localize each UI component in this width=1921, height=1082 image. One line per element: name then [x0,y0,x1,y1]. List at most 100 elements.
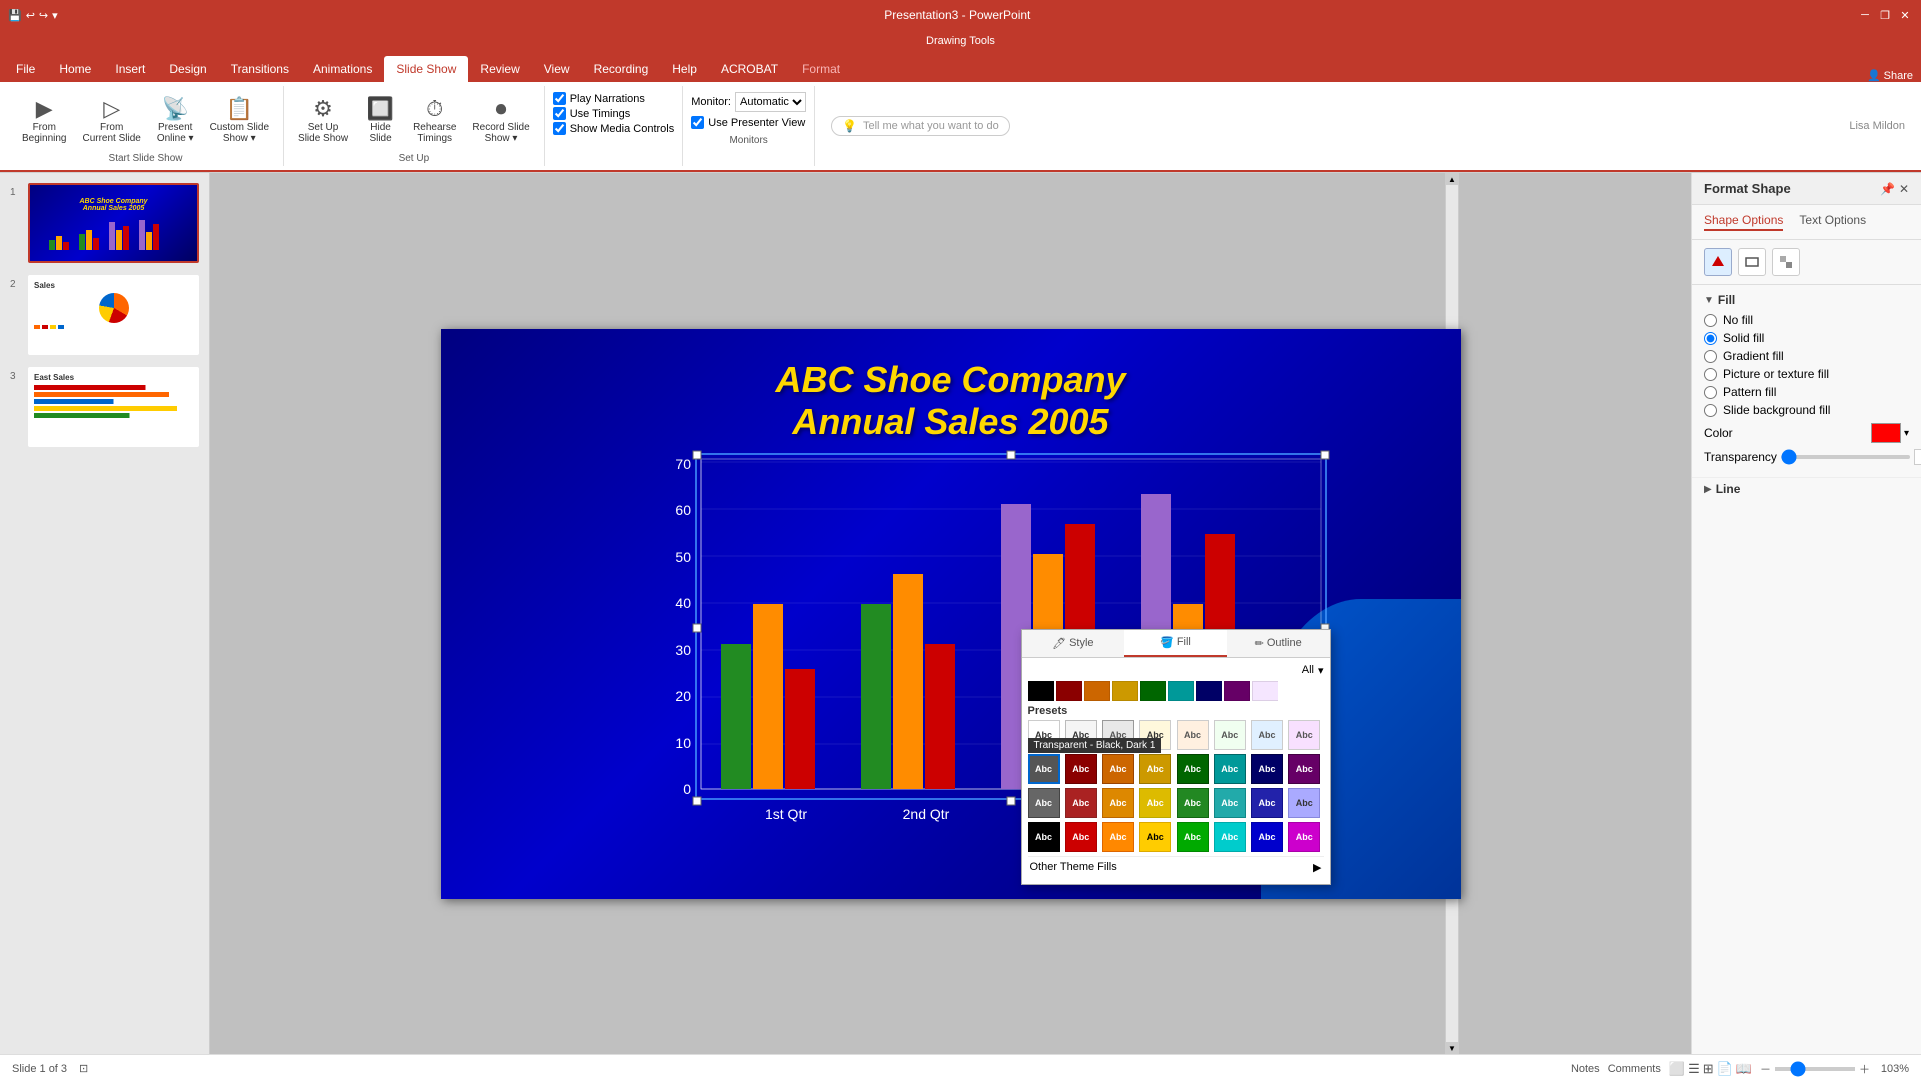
tab-design[interactable]: Design [157,56,218,82]
notes-page-icon[interactable]: 📄 [1717,1061,1733,1077]
slide-sorter-icon[interactable]: ⊞ [1703,1061,1714,1077]
preset-2-8[interactable]: Abc [1288,754,1320,784]
preset-4-7[interactable]: Abc [1251,822,1283,852]
slide-thumb-3[interactable]: 3 East Sales [8,365,201,449]
color-swatch[interactable] [1871,423,1901,443]
close-panel-icon[interactable]: ✕ [1899,182,1909,196]
tab-shape-options[interactable]: Shape Options [1704,213,1783,231]
preset-3-6[interactable]: Abc [1214,788,1246,818]
gradient-fill-radio[interactable] [1704,350,1717,363]
share-button[interactable]: 👤 Share [1867,69,1913,82]
monitor-select[interactable]: Automatic [735,92,806,112]
no-fill-option[interactable]: No fill [1704,313,1909,327]
scroll-down-button[interactable]: ▼ [1446,1042,1458,1054]
bar-2-3[interactable] [925,644,955,789]
bar-1-1[interactable] [721,644,751,789]
presenter-view-checkbox[interactable]: Use Presenter View [691,116,806,129]
notes-button[interactable]: Notes [1571,1063,1600,1075]
zoom-slider[interactable] [1775,1067,1855,1071]
color-black[interactable] [1028,681,1054,701]
preset-4-4[interactable]: Abc [1139,822,1171,852]
slide-bg-fill-option[interactable]: Slide background fill [1704,403,1909,417]
preset-4-3[interactable]: Abc [1102,822,1134,852]
color-darkred[interactable] [1056,681,1082,701]
solid-fill-radio[interactable] [1704,332,1717,345]
picture-fill-option[interactable]: Picture or texture fill [1704,367,1909,381]
record-slideshow-button[interactable]: ⏺ Record SlideShow ▾ [466,94,535,146]
rehearse-timings-button[interactable]: ⏱ RehearseTimings [407,94,462,146]
play-narrations-input[interactable] [553,92,566,105]
show-media-input[interactable] [553,122,566,135]
color-picker-control[interactable]: ▾ [1871,423,1909,443]
preset-2-3[interactable]: Abc [1102,754,1134,784]
solid-fill-option[interactable]: Solid fill [1704,331,1909,345]
fit-slide-icon[interactable]: ⊡ [79,1062,88,1075]
from-current-slide-button[interactable]: ▷ FromCurrent Slide [76,94,146,146]
preset-3-5[interactable]: Abc [1177,788,1209,818]
color-darkorange[interactable] [1084,681,1110,701]
undo-icon[interactable]: ↩ [26,9,35,22]
tab-insert[interactable]: Insert [103,56,157,82]
other-theme-fills-button[interactable]: Other Theme Fills ▶ [1028,856,1324,878]
popup-tab-fill[interactable]: 🪣 Fill [1124,630,1227,657]
tab-format[interactable]: Format [790,56,852,82]
save-icon[interactable]: 💾 [8,9,22,22]
bar-2-1[interactable] [861,604,891,789]
reading-view-icon[interactable]: 📖 [1736,1061,1752,1077]
play-narrations-checkbox[interactable]: Play Narrations [553,92,675,105]
preset-2-5[interactable]: Abc [1177,754,1209,784]
window-controls[interactable]: ─ ❐ ✕ [1857,7,1913,23]
preset-4-1[interactable]: Abc [1028,822,1060,852]
pin-icon[interactable]: 📌 [1880,182,1895,196]
tab-view[interactable]: View [532,56,582,82]
preset-3-1[interactable]: Abc [1028,788,1060,818]
preset-3-4[interactable]: Abc [1139,788,1171,818]
color-gold[interactable] [1112,681,1138,701]
popup-tab-outline[interactable]: ✏ Outline [1227,630,1330,657]
tab-home[interactable]: Home [47,56,103,82]
no-fill-radio[interactable] [1704,314,1717,327]
preset-4-2[interactable]: Abc [1065,822,1097,852]
pattern-fill-radio[interactable] [1704,386,1717,399]
show-media-checkbox[interactable]: Show Media Controls [553,122,675,135]
presenter-view-input[interactable] [691,116,704,129]
zoom-in-button[interactable]: ＋ [1859,1061,1870,1077]
color-teal[interactable] [1168,681,1194,701]
tab-slideshow[interactable]: Slide Show [384,56,468,82]
popup-tab-style[interactable]: 🖊 Style [1022,630,1125,657]
from-beginning-button[interactable]: ▶ FromBeginning [16,94,72,146]
present-online-button[interactable]: 📡 PresentOnline ▾ [151,94,200,146]
use-timings-input[interactable] [553,107,566,120]
comments-button[interactable]: Comments [1608,1063,1661,1075]
minimize-button[interactable]: ─ [1857,7,1873,23]
scroll-up-button[interactable]: ▲ [1446,173,1458,185]
slide-bg-fill-radio[interactable] [1704,404,1717,417]
preset-3-2[interactable]: Abc [1065,788,1097,818]
restore-button[interactable]: ❐ [1877,7,1893,23]
close-button[interactable]: ✕ [1897,7,1913,23]
pattern-fill-option[interactable]: Pattern fill [1704,385,1909,399]
preset-4-6[interactable]: Abc [1214,822,1246,852]
redo-icon[interactable]: ↪ [39,9,48,22]
color-dropdown-arrow[interactable]: ▾ [1904,428,1909,439]
outline-view-icon[interactable]: ☰ [1688,1061,1700,1077]
color-darkgreen[interactable] [1140,681,1166,701]
tab-text-options[interactable]: Text Options [1799,213,1866,231]
tab-review[interactable]: Review [468,56,531,82]
slide-thumb-1[interactable]: 1 ABC Shoe CompanyAnnual Sales 2005 [8,181,201,265]
picture-fill-radio[interactable] [1704,368,1717,381]
color-darkblue[interactable] [1196,681,1222,701]
fill-section-header[interactable]: ▼ Fill [1704,293,1909,307]
line-section-header[interactable]: ▶ Line [1704,482,1909,496]
preset-3-7[interactable]: Abc [1251,788,1283,818]
color-purple[interactable] [1224,681,1250,701]
slide-thumb-2[interactable]: 2 Sales [8,273,201,357]
gradient-fill-option[interactable]: Gradient fill [1704,349,1909,363]
normal-view-icon[interactable]: ⬜ [1669,1061,1685,1077]
tab-file[interactable]: File [4,56,47,82]
tab-acrobat[interactable]: ACROBAT [709,56,790,82]
preset-1-8[interactable]: Abc [1288,720,1320,750]
preset-1-7[interactable]: Abc [1251,720,1283,750]
tab-recording[interactable]: Recording [582,56,661,82]
effects-icon-btn[interactable] [1772,248,1800,276]
